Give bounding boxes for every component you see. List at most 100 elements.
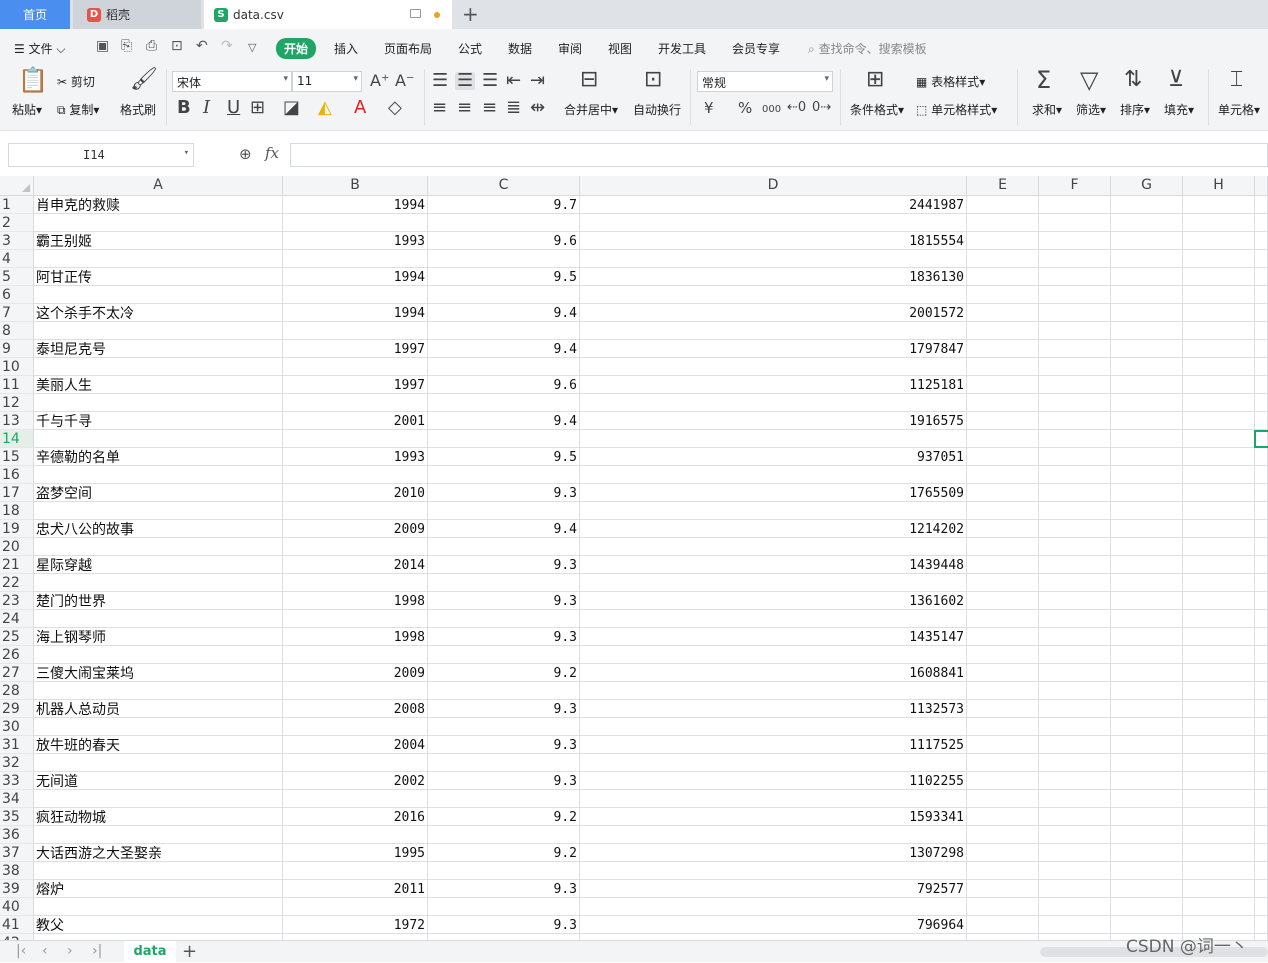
menu-insert[interactable]: 插入 bbox=[334, 40, 358, 57]
cell-icon[interactable]: ⌶ bbox=[1230, 69, 1243, 91]
table-cell[interactable] bbox=[1111, 322, 1183, 340]
indent-icon[interactable]: ⇥ bbox=[530, 72, 545, 90]
row-header[interactable]: 12 bbox=[0, 394, 34, 412]
row-header[interactable]: 14 bbox=[0, 430, 34, 448]
table-cell[interactable] bbox=[1183, 718, 1255, 736]
table-cell[interactable] bbox=[1255, 754, 1268, 772]
decrease-font-icon[interactable]: A⁻ bbox=[395, 72, 414, 90]
row-header[interactable]: 9 bbox=[0, 340, 34, 358]
table-cell[interactable]: 泰坦尼克号 bbox=[34, 340, 283, 358]
table-cell[interactable] bbox=[34, 358, 283, 376]
table-cell[interactable]: 1102255 bbox=[580, 772, 967, 790]
table-cell[interactable] bbox=[1039, 862, 1111, 880]
table-cell[interactable]: 9.5 bbox=[428, 268, 580, 286]
table-cell[interactable] bbox=[1111, 466, 1183, 484]
column-header-a[interactable]: A bbox=[34, 176, 283, 196]
table-cell[interactable] bbox=[1111, 520, 1183, 538]
prev-sheet-icon[interactable]: ‹ bbox=[42, 943, 48, 959]
table-cell[interactable] bbox=[1255, 286, 1268, 304]
decrease-decimal-icon[interactable]: 0⇢ bbox=[812, 99, 831, 117]
table-cell[interactable] bbox=[967, 538, 1039, 556]
table-cell[interactable] bbox=[1039, 502, 1111, 520]
table-cell[interactable] bbox=[1111, 772, 1183, 790]
table-cell[interactable] bbox=[1183, 502, 1255, 520]
table-cell[interactable] bbox=[1039, 268, 1111, 286]
table-cell[interactable] bbox=[967, 610, 1039, 628]
table-cell[interactable]: 1993 bbox=[283, 448, 428, 466]
table-cell[interactable] bbox=[1111, 196, 1183, 214]
table-cell[interactable] bbox=[34, 250, 283, 268]
table-cell[interactable] bbox=[283, 466, 428, 484]
table-cell[interactable] bbox=[1039, 448, 1111, 466]
table-cell[interactable]: 大话西游之大圣娶亲 bbox=[34, 844, 283, 862]
table-cell[interactable] bbox=[283, 250, 428, 268]
wrap-text-button[interactable]: 自动换行 bbox=[633, 101, 681, 118]
table-cell[interactable] bbox=[428, 754, 580, 772]
next-sheet-icon[interactable]: › bbox=[67, 943, 73, 959]
table-cell[interactable] bbox=[580, 826, 967, 844]
table-cell[interactable] bbox=[1111, 358, 1183, 376]
table-cell[interactable] bbox=[34, 538, 283, 556]
row-header[interactable]: 37 bbox=[0, 844, 34, 862]
table-cell[interactable]: 2016 bbox=[283, 808, 428, 826]
table-cell[interactable]: 1993 bbox=[283, 232, 428, 250]
table-cell[interactable]: 1995 bbox=[283, 844, 428, 862]
menu-view[interactable]: 视图 bbox=[608, 40, 632, 57]
table-cell[interactable] bbox=[1039, 898, 1111, 916]
table-cell[interactable] bbox=[1255, 736, 1268, 754]
table-cell[interactable]: 1439448 bbox=[580, 556, 967, 574]
column-header-e[interactable]: E bbox=[967, 176, 1039, 196]
row-header[interactable]: 27 bbox=[0, 664, 34, 682]
row-header[interactable]: 21 bbox=[0, 556, 34, 574]
table-cell[interactable]: 这个杀手不太冷 bbox=[34, 304, 283, 322]
table-cell[interactable]: 2001 bbox=[283, 412, 428, 430]
table-cell[interactable] bbox=[283, 214, 428, 232]
table-cell[interactable] bbox=[1039, 646, 1111, 664]
table-cell[interactable] bbox=[1255, 250, 1268, 268]
export-icon[interactable]: ⎘ bbox=[121, 38, 132, 54]
table-cell[interactable]: 盗梦空间 bbox=[34, 484, 283, 502]
table-cell[interactable] bbox=[428, 538, 580, 556]
table-cell[interactable] bbox=[1183, 286, 1255, 304]
table-cell[interactable] bbox=[1255, 466, 1268, 484]
table-cell[interactable] bbox=[283, 898, 428, 916]
table-cell[interactable] bbox=[428, 610, 580, 628]
table-cell[interactable]: 9.5 bbox=[428, 448, 580, 466]
redo-icon[interactable]: ↷ bbox=[221, 38, 233, 54]
distributed-icon[interactable]: ⇹ bbox=[530, 99, 545, 117]
table-cell[interactable] bbox=[428, 574, 580, 592]
table-cell[interactable] bbox=[1039, 358, 1111, 376]
table-cell[interactable] bbox=[967, 898, 1039, 916]
wrap-text-icon[interactable]: ⊡ bbox=[644, 69, 662, 91]
row-header[interactable]: 26 bbox=[0, 646, 34, 664]
table-cell[interactable]: 9.3 bbox=[428, 628, 580, 646]
table-cell[interactable] bbox=[1183, 304, 1255, 322]
filter-button[interactable]: 筛选▾ bbox=[1076, 101, 1106, 118]
table-cell[interactable] bbox=[1255, 556, 1268, 574]
table-cell[interactable] bbox=[1111, 538, 1183, 556]
table-cell[interactable]: 9.6 bbox=[428, 376, 580, 394]
table-cell[interactable] bbox=[1039, 556, 1111, 574]
table-cell[interactable] bbox=[967, 790, 1039, 808]
command-search[interactable]: ⌕ 查找命令、搜索模板 bbox=[808, 40, 927, 57]
table-cell[interactable] bbox=[1039, 304, 1111, 322]
table-cell[interactable] bbox=[1183, 394, 1255, 412]
row-header[interactable]: 34 bbox=[0, 790, 34, 808]
table-cell[interactable] bbox=[1255, 718, 1268, 736]
table-cell[interactable] bbox=[34, 574, 283, 592]
row-header[interactable]: 5 bbox=[0, 268, 34, 286]
last-sheet-icon[interactable]: ›| bbox=[92, 943, 102, 959]
table-cell[interactable]: 1997 bbox=[283, 340, 428, 358]
table-cell[interactable]: 2011 bbox=[283, 880, 428, 898]
table-cell[interactable]: 千与千寻 bbox=[34, 412, 283, 430]
table-cell[interactable] bbox=[1183, 232, 1255, 250]
row-header[interactable]: 23 bbox=[0, 592, 34, 610]
table-cell[interactable] bbox=[1111, 304, 1183, 322]
table-cell[interactable]: 9.3 bbox=[428, 736, 580, 754]
align-middle-icon[interactable]: ☰ bbox=[455, 72, 476, 90]
fx-icon[interactable]: fx bbox=[265, 144, 279, 162]
table-cell[interactable]: 1994 bbox=[283, 304, 428, 322]
sort-button[interactable]: 排序▾ bbox=[1120, 101, 1150, 118]
table-cell[interactable] bbox=[1039, 628, 1111, 646]
table-cell[interactable] bbox=[34, 610, 283, 628]
